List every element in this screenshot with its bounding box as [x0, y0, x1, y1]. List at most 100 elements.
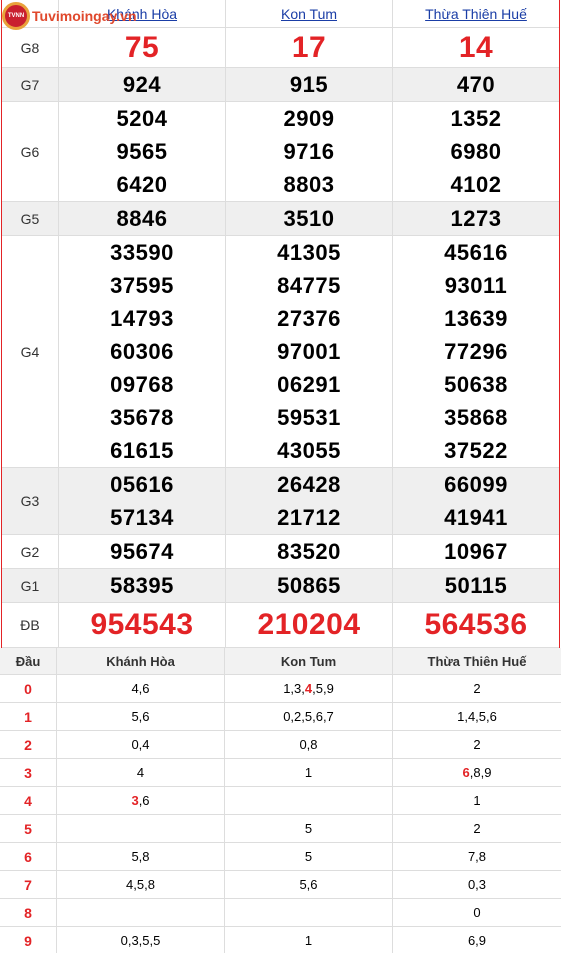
prize-cell-khanh-hoa: 8846 — [59, 202, 226, 235]
stats-cell-kon-tum: 5 — [225, 843, 393, 870]
prize-label: G3 — [2, 468, 59, 534]
stats-digits: 4,6 — [131, 681, 150, 696]
prize-cell-khanh-hoa: 75 — [59, 28, 226, 67]
prize-number: 470 — [456, 71, 496, 97]
prize-number: 6420 — [116, 171, 168, 197]
stats-cell-kon-tum: 1,3, 4,5,9 — [225, 675, 393, 702]
stats-cell-thua-thien-hue: 6,9 — [393, 927, 561, 953]
prize-cell-khanh-hoa: 924 — [59, 68, 226, 101]
prize-number: 37522 — [444, 437, 508, 463]
prize-number: 61615 — [110, 437, 174, 463]
prize-number: 9716 — [283, 138, 335, 164]
prize-row-g8: G8 75 17 14 — [2, 28, 559, 68]
stats-row: 9 0,3,5,5 1 6,9 — [0, 927, 561, 953]
prize-number: 1352 — [450, 105, 502, 131]
stats-cell-kon-tum: 0,2,5,6,7 — [225, 703, 393, 730]
loto-stats-table: Đầu Khánh Hòa Kon Tum Thừa Thiên Huế 0 4,… — [0, 648, 561, 953]
stats-cell-kon-tum: 5,6 — [225, 871, 393, 898]
logo-badge-icon: TVNN — [2, 2, 30, 30]
prize-number: 14793 — [110, 305, 174, 331]
stats-dau-digit: 8 — [0, 899, 57, 926]
prize-cell-khanh-hoa: 95674 — [59, 535, 226, 568]
stats-cell-thua-thien-hue: 7,8 — [393, 843, 561, 870]
stats-header-thua-thien-hue: Thừa Thiên Huế — [427, 653, 527, 669]
prize-cell-thua-thien-hue: 45616 93011 13639 77296 50638 35868 37522 — [393, 236, 559, 467]
prize-number: 8846 — [116, 205, 168, 231]
prize-number: 35678 — [110, 404, 174, 430]
stats-cell-kon-tum — [225, 787, 393, 814]
stats-row: 2 0,4 0,8 2 — [0, 731, 561, 759]
prize-number: 954543 — [90, 608, 194, 641]
stats-digits: 5,8 — [131, 849, 150, 864]
prize-label: G8 — [2, 28, 59, 67]
stats-cell-thua-thien-hue: 2 — [393, 731, 561, 758]
stats-digits: 5 — [304, 849, 313, 864]
prize-number: 26428 — [277, 471, 341, 497]
stats-digits: 2 — [473, 681, 481, 696]
stats-dau-digit: 3 — [0, 759, 57, 786]
prize-cell-kon-tum: 26428 21712 — [226, 468, 393, 534]
stats-cell-kon-tum: 1 — [225, 927, 393, 953]
prize-cell-kon-tum: 50865 — [226, 569, 393, 602]
stats-cell-khanh-hoa: 4,6 — [57, 675, 225, 702]
stats-digits: 1,3, — [283, 681, 305, 696]
stats-digits: 0,3 — [467, 877, 487, 892]
prize-number: 4102 — [450, 171, 502, 197]
stats-dau-digit: 9 — [0, 927, 57, 953]
prize-cell-kon-tum: 915 — [226, 68, 393, 101]
stats-row: 1 5,6 0,2,5,6,7 1,4,5,6 — [0, 703, 561, 731]
prize-cell-khanh-hoa: 954543 — [59, 603, 226, 647]
stats-digits: ,5,9 — [312, 681, 334, 696]
prize-label: G6 — [2, 102, 59, 201]
stats-cell-khanh-hoa: 5,6 — [57, 703, 225, 730]
prize-cell-khanh-hoa: 58395 — [59, 569, 226, 602]
stats-digits: 0,8 — [299, 737, 318, 752]
stats-cell-khanh-hoa: 5,8 — [57, 843, 225, 870]
stats-cell-khanh-hoa — [57, 815, 225, 842]
prize-label: G7 — [2, 68, 59, 101]
prize-number: 75 — [124, 30, 160, 64]
logo-text: Tuvimoingay.vn — [32, 8, 137, 24]
stats-digits: 2 — [473, 737, 481, 752]
stats-digits: 4,5,8 — [126, 877, 155, 892]
prize-number: 9565 — [116, 138, 168, 164]
prize-number: 564536 — [424, 608, 528, 641]
prize-number: 97001 — [277, 338, 341, 364]
prize-row-g2: G2 95674 83520 10967 — [2, 535, 559, 569]
prize-number: 58395 — [110, 572, 174, 598]
prize-number: 41941 — [444, 504, 508, 530]
stats-header-khanh-hoa: Khánh Hòa — [57, 648, 225, 674]
prize-number: 17 — [291, 30, 327, 64]
prize-row-g5: G5 8846 3510 1273 — [2, 202, 559, 236]
stats-row: 4 3,6 1 — [0, 787, 561, 815]
prize-number: 59531 — [277, 404, 341, 430]
province-link-kon-tum[interactable]: Kon Tum — [281, 6, 337, 22]
site-logo[interactable]: TVNN Tuvimoingay.vn — [2, 2, 137, 30]
prize-row-g6: G6 5204 9565 6420 2909 9716 8803 1352 6980 4102 — [2, 102, 559, 202]
stats-digits: 1 — [304, 765, 313, 780]
stats-digits: 0 — [473, 905, 481, 920]
stats-cell-khanh-hoa: 3,6 — [57, 787, 225, 814]
stats-cell-khanh-hoa — [57, 899, 225, 926]
prize-number: 2909 — [283, 105, 335, 131]
prize-number: 21712 — [277, 504, 341, 530]
stats-dau-digit: 5 — [0, 815, 57, 842]
prize-number: 5204 — [116, 105, 168, 131]
prize-number: 8803 — [283, 171, 335, 197]
prize-number: 50865 — [277, 572, 341, 598]
prize-cell-khanh-hoa: 33590 37595 14793 60306 09768 35678 61615 — [59, 236, 226, 467]
prize-row-g3: G3 05616 57134 26428 21712 66099 41941 — [2, 468, 559, 535]
prize-number: 14 — [458, 30, 494, 64]
stats-digits: 0,3,5,5 — [120, 933, 161, 948]
prize-number: 66099 — [444, 471, 508, 497]
stats-row: 6 5,8 5 7,8 — [0, 843, 561, 871]
province-header-thua-thien-hue: Thừa Thiên Huế — [393, 0, 559, 27]
prize-row-g1: G1 58395 50865 50115 — [2, 569, 559, 603]
stats-cell-thua-thien-hue: 2 — [393, 675, 561, 702]
province-link-thua-thien-hue[interactable]: Thừa Thiên Huế — [425, 6, 527, 22]
stats-dau-digit: 4 — [0, 787, 57, 814]
stats-digits: ,6 — [138, 793, 150, 808]
prize-number: 09768 — [110, 371, 174, 397]
stats-digits: 1 — [473, 793, 481, 808]
stats-highlight-digit: 4 — [304, 681, 313, 696]
